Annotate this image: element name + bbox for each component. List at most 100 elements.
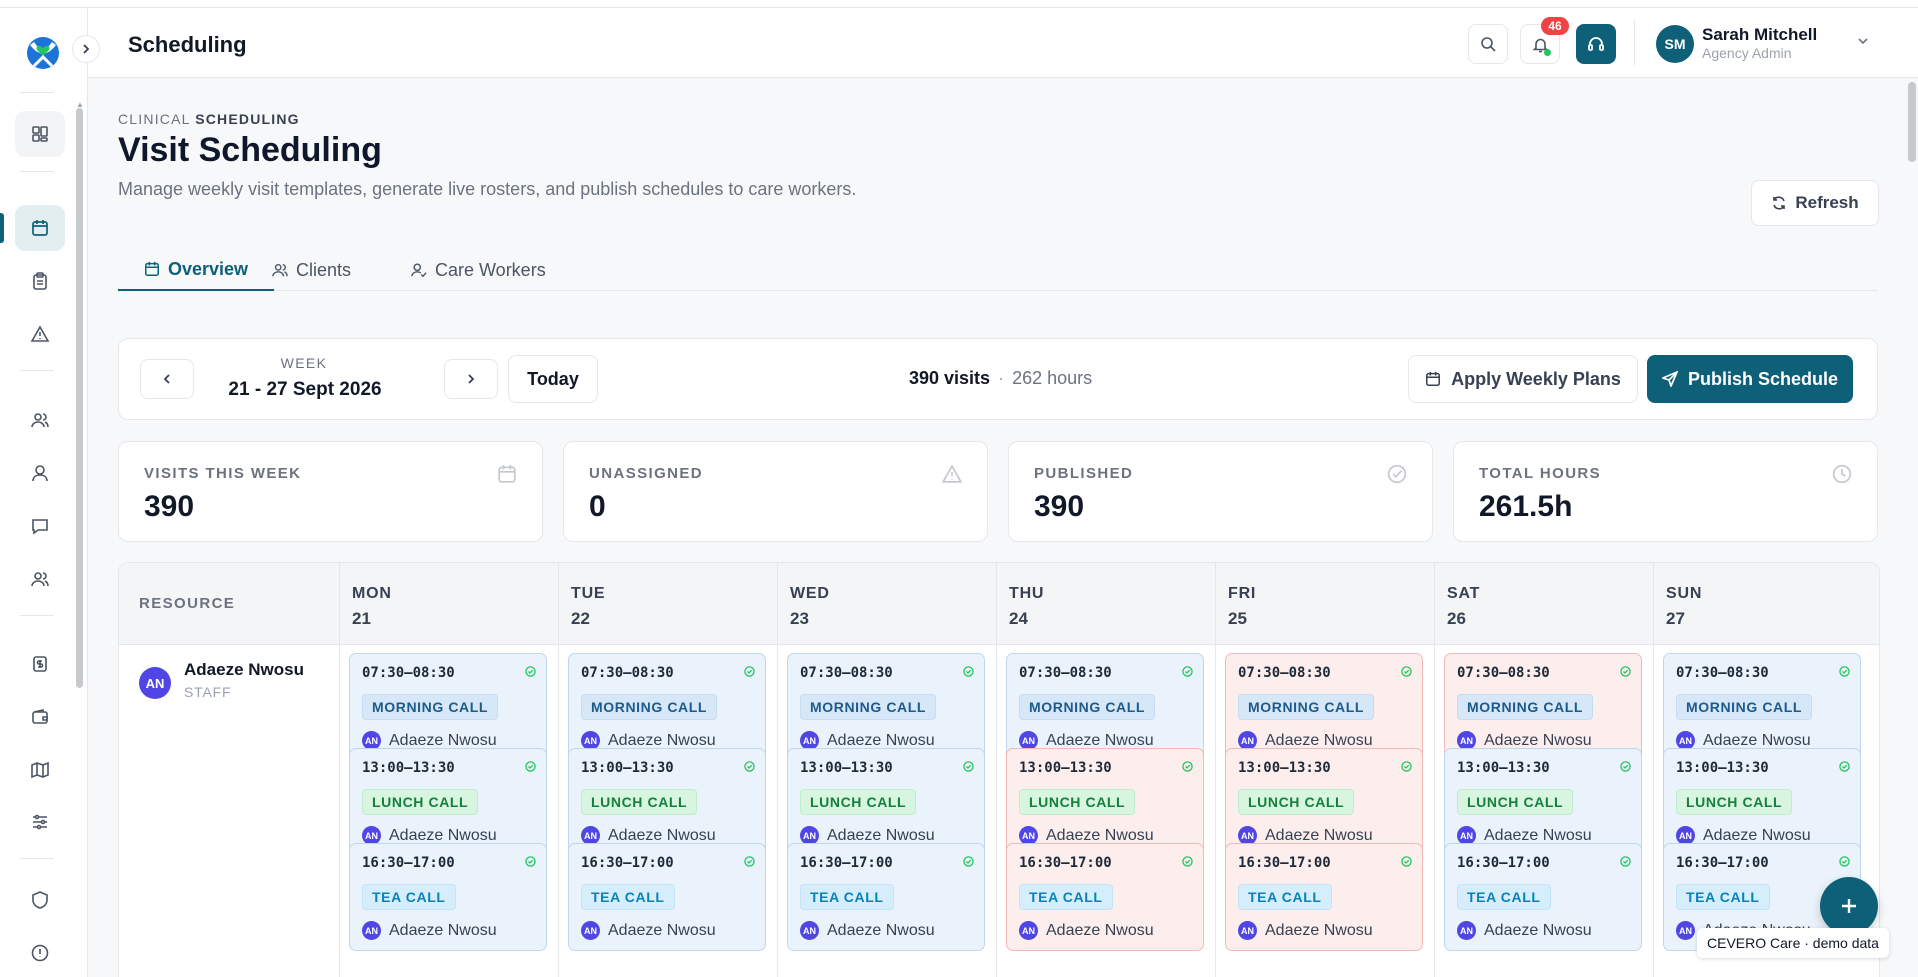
- sidebar-item-incidents[interactable]: [15, 311, 65, 357]
- day-header: FRI 25: [1215, 563, 1434, 645]
- sidebar-divider: [20, 615, 54, 616]
- refresh-button[interactable]: Refresh: [1751, 180, 1879, 226]
- visit-time: 13:00–13:30: [362, 760, 455, 776]
- chevron-down-icon: [1858, 38, 1868, 45]
- clock-icon: [1832, 464, 1852, 484]
- main-scrollbar[interactable]: [1908, 82, 1916, 162]
- header-page-name: Scheduling: [128, 32, 247, 57]
- visit-card[interactable]: 16:30–17:00 TEA CALL AN Adaeze Nwosu: [1225, 843, 1423, 951]
- day-header: SAT 26: [1434, 563, 1653, 645]
- visit-assignee: AN Adaeze Nwosu: [581, 921, 716, 940]
- visit-type-badge: TEA CALL: [581, 884, 675, 910]
- sidebar-collapse-button[interactable]: [72, 35, 100, 63]
- tab-care-workers[interactable]: Care Workers: [385, 249, 572, 291]
- add-visit-button[interactable]: [1820, 877, 1878, 935]
- sidebar-item-billing[interactable]: [15, 641, 65, 687]
- visit-time: 16:30–17:00: [1676, 855, 1769, 871]
- visit-time: 13:00–13:30: [581, 760, 674, 776]
- visit-time: 16:30–17:00: [1457, 855, 1550, 871]
- publish-schedule-button[interactable]: Publish Schedule: [1647, 355, 1853, 403]
- sidebar-item-security[interactable]: [15, 877, 65, 923]
- visit-time: 16:30–17:00: [1019, 855, 1112, 871]
- sidebar-item-profile[interactable]: [15, 450, 65, 496]
- check-circle-icon: [1839, 666, 1850, 677]
- visit-type-badge: TEA CALL: [1019, 884, 1113, 910]
- resource-column-header: RESOURCE: [139, 595, 236, 612]
- visit-time: 16:30–17:00: [362, 855, 455, 871]
- shield-icon: [32, 891, 48, 909]
- sidebar-item-scheduling[interactable]: [15, 205, 65, 251]
- visit-card[interactable]: 07:30–08:30 MORNING CALL AN Adaeze Nwosu: [1006, 653, 1204, 761]
- stat-card-visits: VISITS THIS WEEK 390: [118, 441, 543, 542]
- sidebar-item-dashboard[interactable]: [15, 111, 65, 157]
- sidebar-item-payments[interactable]: [15, 694, 65, 740]
- stat-label: UNASSIGNED: [589, 465, 704, 482]
- assignee-name: Adaeze Nwosu: [1484, 921, 1592, 939]
- user-role: Agency Admin: [1702, 45, 1792, 61]
- visit-type-badge: LUNCH CALL: [1676, 789, 1793, 815]
- visit-card[interactable]: 13:00–13:30 LUNCH CALL AN Adaeze Nwosu: [1444, 748, 1642, 856]
- visit-type-badge: MORNING CALL: [1457, 694, 1594, 720]
- check-circle-icon: [1182, 761, 1193, 772]
- apply-weekly-plans-button[interactable]: Apply Weekly Plans: [1408, 355, 1638, 403]
- visit-card[interactable]: 13:00–13:30 LUNCH CALL AN Adaeze Nwosu: [787, 748, 985, 856]
- sidebar-item-help[interactable]: [15, 930, 65, 976]
- app-logo[interactable]: [24, 32, 62, 70]
- user-avatar[interactable]: SM: [1656, 25, 1694, 63]
- support-button[interactable]: [1576, 24, 1616, 64]
- visit-card[interactable]: 16:30–17:00 TEA CALL AN Adaeze Nwosu: [1444, 843, 1642, 951]
- user-name[interactable]: Sarah Mitchell: [1702, 25, 1817, 45]
- sidebar-item-clients[interactable]: [15, 397, 65, 443]
- visit-card[interactable]: 13:00–13:30 LUNCH CALL AN Adaeze Nwosu: [1663, 748, 1861, 856]
- day-name: SAT: [1447, 585, 1481, 602]
- today-button[interactable]: Today: [508, 355, 598, 403]
- visit-type-badge: MORNING CALL: [362, 694, 499, 720]
- visit-card[interactable]: 16:30–17:00 TEA CALL AN Adaeze Nwosu: [787, 843, 985, 951]
- sidebar-scrollbar[interactable]: [76, 108, 83, 688]
- resource-name[interactable]: Adaeze Nwosu: [184, 660, 304, 680]
- resource-role: STAFF: [184, 684, 232, 700]
- visit-card[interactable]: 07:30–08:30 MORNING CALL AN Adaeze Nwosu: [1444, 653, 1642, 761]
- tab-clients[interactable]: Clients: [246, 249, 377, 291]
- visit-card[interactable]: 16:30–17:00 TEA CALL AN Adaeze Nwosu: [349, 843, 547, 951]
- user-check-icon: [411, 263, 427, 278]
- user-menu-chevron[interactable]: [1856, 34, 1870, 53]
- map-icon: [31, 761, 49, 779]
- visit-card[interactable]: 13:00–13:30 LUNCH CALL AN Adaeze Nwosu: [1225, 748, 1423, 856]
- check-circle-icon: [525, 761, 536, 772]
- visit-card[interactable]: 07:30–08:30 MORNING CALL AN Adaeze Nwosu: [568, 653, 766, 761]
- headset-icon: [1588, 37, 1604, 51]
- assignee-name: Adaeze Nwosu: [1484, 731, 1592, 749]
- assignee-name: Adaeze Nwosu: [1265, 826, 1373, 844]
- sidebar-item-settings[interactable]: [15, 799, 65, 845]
- previous-week-button[interactable]: [140, 359, 194, 399]
- sidebar-item-map[interactable]: [15, 747, 65, 793]
- visit-card[interactable]: 16:30–17:00 TEA CALL AN Adaeze Nwosu: [1006, 843, 1204, 951]
- visit-card[interactable]: 16:30–17:00 TEA CALL AN Adaeze Nwosu: [568, 843, 766, 951]
- sidebar-item-teams[interactable]: [15, 556, 65, 602]
- refresh-icon: [1773, 196, 1786, 210]
- visit-card[interactable]: 13:00–13:30 LUNCH CALL AN Adaeze Nwosu: [1006, 748, 1204, 856]
- day-number: 26: [1447, 609, 1466, 628]
- sidebar-item-messages[interactable]: [15, 503, 65, 549]
- visit-card[interactable]: 07:30–08:30 MORNING CALL AN Adaeze Nwosu: [787, 653, 985, 761]
- schedule-grid: RESOURCE MON 21 TUE 22 WED 23 THU 24 FRI 25 SAT 26 S…: [118, 562, 1880, 977]
- assignee-name: Adaeze Nwosu: [389, 731, 497, 749]
- sidebar-item-tasks[interactable]: [15, 258, 65, 304]
- day-name: SUN: [1666, 585, 1703, 602]
- visit-card[interactable]: 07:30–08:30 MORNING CALL AN Adaeze Nwosu: [349, 653, 547, 761]
- search-button[interactable]: [1468, 24, 1508, 64]
- notifications-button[interactable]: 46: [1520, 17, 1569, 64]
- visit-assignee: AN Adaeze Nwosu: [800, 921, 935, 940]
- billing-icon: [33, 656, 47, 672]
- assignee-avatar: AN: [1019, 921, 1038, 940]
- visit-card[interactable]: 13:00–13:30 LUNCH CALL AN Adaeze Nwosu: [349, 748, 547, 856]
- calendar-icon: [145, 261, 159, 276]
- visit-assignee: AN Adaeze Nwosu: [1019, 921, 1154, 940]
- visit-card[interactable]: 07:30–08:30 MORNING CALL AN Adaeze Nwosu: [1663, 653, 1861, 761]
- visit-card[interactable]: 13:00–13:30 LUNCH CALL AN Adaeze Nwosu: [568, 748, 766, 856]
- visit-card[interactable]: 07:30–08:30 MORNING CALL AN Adaeze Nwosu: [1225, 653, 1423, 761]
- warning-icon: [942, 464, 962, 483]
- next-week-button[interactable]: [444, 359, 498, 399]
- visit-type-badge: MORNING CALL: [1238, 694, 1375, 720]
